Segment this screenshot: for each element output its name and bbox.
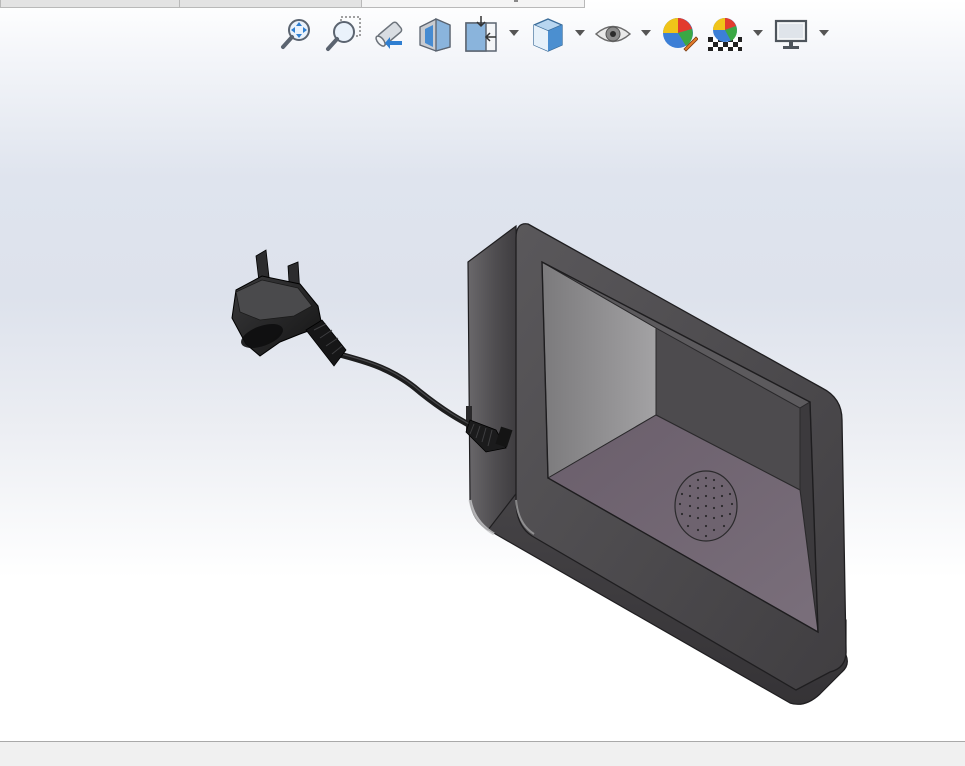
graphics-area[interactable] bbox=[0, 0, 965, 741]
speaker-grille bbox=[674, 470, 738, 542]
cad-application bbox=[0, 0, 965, 766]
3d-model-view[interactable] bbox=[0, 0, 965, 741]
device-enclosure[interactable] bbox=[466, 223, 848, 705]
power-plug[interactable] bbox=[231, 249, 347, 367]
status-bar bbox=[0, 741, 965, 766]
